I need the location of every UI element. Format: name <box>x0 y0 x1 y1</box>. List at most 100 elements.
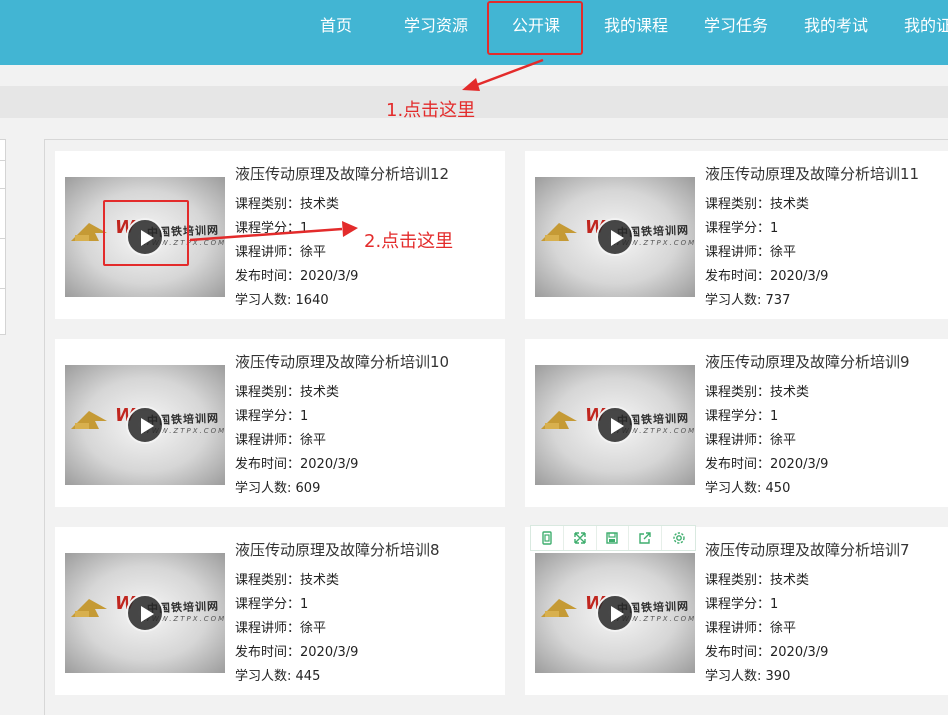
nav-item-learning-tasks[interactable]: 学习任务 <box>704 0 768 52</box>
credit-value: 1 <box>300 409 309 424</box>
nav-item-my-courses[interactable]: 我的课程 <box>604 0 668 52</box>
course-title[interactable]: 液压传动原理及故障分析培训10 <box>235 351 449 372</box>
date-label: 发布时间： <box>705 269 771 284</box>
logo-mark-icon <box>71 599 107 617</box>
date-label: 发布时间： <box>235 645 301 660</box>
category-value: 技术类 <box>300 385 340 400</box>
settings-icon[interactable] <box>662 526 695 550</box>
annotation-step-2: 2.点击这里 <box>364 231 454 252</box>
nav-item-my-exams[interactable]: 我的考试 <box>804 0 868 52</box>
teacher-label: 课程讲师： <box>235 245 301 260</box>
left-side-panel <box>0 139 6 335</box>
credit-label: 课程学分： <box>705 221 771 236</box>
course-thumbnail[interactable]: W 中国铁培训网 WWW.ZTPX.COM <box>535 553 695 673</box>
nav-item-home[interactable]: 首页 <box>320 0 352 52</box>
nav-item-my-certificates[interactable]: 我的证 <box>904 0 948 52</box>
annotation-highlight-open-courses <box>487 1 583 55</box>
play-button[interactable] <box>126 594 164 632</box>
learners-value: 450 <box>765 481 791 496</box>
logo-mark-icon <box>541 223 577 241</box>
teacher-value: 徐平 <box>300 245 327 260</box>
category-value: 技术类 <box>300 573 340 588</box>
learners-label: 学习人数: <box>235 669 292 684</box>
credit-label: 课程学分： <box>235 409 301 424</box>
play-icon <box>611 418 624 434</box>
course-thumbnail[interactable]: W 中国铁培训网 WWW.ZTPX.COM <box>535 177 695 297</box>
category-label: 课程类别： <box>705 385 771 400</box>
date-label: 发布时间： <box>705 457 771 472</box>
course-thumbnail[interactable]: W 中国铁培训网 WWW.ZTPX.COM <box>65 365 225 485</box>
learners-value: 445 <box>295 669 321 684</box>
annotation-step-1: 1.点击这里 <box>386 100 476 121</box>
play-button[interactable] <box>126 406 164 444</box>
credit-value: 1 <box>770 597 779 612</box>
annotation-highlight-play-button <box>103 200 189 266</box>
learners-value: 609 <box>295 481 321 496</box>
course-title[interactable]: 液压传动原理及故障分析培训8 <box>235 539 440 560</box>
course-title[interactable]: 液压传动原理及故障分析培训9 <box>705 351 910 372</box>
teacher-label: 课程讲师： <box>235 433 301 448</box>
floating-toolbar <box>530 525 696 551</box>
teacher-value: 徐平 <box>770 433 797 448</box>
credit-value: 1 <box>300 597 309 612</box>
copy-icon[interactable] <box>531 526 564 550</box>
course-card[interactable]: W 中国铁培训网 WWW.ZTPX.COM 液压传动原理及故障分析培训9 课程类… <box>525 339 948 507</box>
credit-value: 1 <box>770 221 779 236</box>
date-label: 发布时间： <box>235 269 301 284</box>
category-label: 课程类别： <box>235 573 301 588</box>
teacher-label: 课程讲师： <box>705 433 771 448</box>
course-card[interactable]: W 中国铁培训网 WWW.ZTPX.COM 液压传动原理及故障分析培训10 课程… <box>55 339 505 507</box>
date-value: 2020/3/9 <box>300 457 359 472</box>
date-label: 发布时间： <box>235 457 301 472</box>
teacher-value: 徐平 <box>300 621 327 636</box>
play-icon <box>141 606 154 622</box>
top-navigation-bar: 首页 学习资源 公开课 我的课程 学习任务 我的考试 我的证 <box>0 0 948 65</box>
nav-item-learning-resources[interactable]: 学习资源 <box>404 0 468 52</box>
logo-mark-icon <box>541 599 577 617</box>
category-label: 课程类别： <box>705 573 771 588</box>
learners-value: 390 <box>765 669 791 684</box>
category-value: 技术类 <box>770 385 810 400</box>
category-label: 课程类别： <box>235 197 301 212</box>
course-card[interactable]: W 中国铁培训网 WWW.ZTPX.COM 液压传动原理及故障分析培训8 课程类… <box>55 527 505 695</box>
date-value: 2020/3/9 <box>300 269 359 284</box>
credit-label: 课程学分： <box>705 597 771 612</box>
logo-mark-icon <box>541 411 577 429</box>
course-title[interactable]: 液压传动原理及故障分析培训7 <box>705 539 910 560</box>
learners-label: 学习人数: <box>705 293 762 308</box>
share-icon[interactable] <box>629 526 663 550</box>
category-label: 课程类别： <box>705 197 771 212</box>
category-value: 技术类 <box>770 197 810 212</box>
play-button[interactable] <box>596 218 634 256</box>
play-button[interactable] <box>596 594 634 632</box>
teacher-label: 课程讲师： <box>705 621 771 636</box>
expand-icon[interactable] <box>564 526 597 550</box>
credit-value: 1 <box>300 221 309 236</box>
course-thumbnail[interactable]: W 中国铁培训网 WWW.ZTPX.COM <box>65 553 225 673</box>
date-value: 2020/3/9 <box>300 645 359 660</box>
teacher-value: 徐平 <box>300 433 327 448</box>
course-card[interactable]: W 中国铁培训网 WWW.ZTPX.COM 液压传动原理及故障分析培训7 课程类… <box>525 527 948 695</box>
credit-value: 1 <box>770 409 779 424</box>
date-value: 2020/3/9 <box>770 269 829 284</box>
course-thumbnail[interactable]: W 中国铁培训网 WWW.ZTPX.COM <box>535 365 695 485</box>
learners-value: 737 <box>765 293 791 308</box>
learners-label: 学习人数: <box>705 481 762 496</box>
course-title[interactable]: 液压传动原理及故障分析培训11 <box>705 163 919 184</box>
save-icon[interactable] <box>597 526 630 550</box>
learners-label: 学习人数: <box>705 669 762 684</box>
credit-label: 课程学分： <box>705 409 771 424</box>
category-value: 技术类 <box>770 573 810 588</box>
credit-label: 课程学分： <box>235 597 301 612</box>
category-label: 课程类别： <box>235 385 301 400</box>
teacher-value: 徐平 <box>770 621 797 636</box>
teacher-label: 课程讲师： <box>235 621 301 636</box>
learners-label: 学习人数: <box>235 293 292 308</box>
credit-label: 课程学分： <box>235 221 301 236</box>
play-icon <box>611 230 624 246</box>
course-title[interactable]: 液压传动原理及故障分析培训12 <box>235 163 449 184</box>
play-button[interactable] <box>596 406 634 444</box>
date-value: 2020/3/9 <box>770 645 829 660</box>
course-card[interactable]: W 中国铁培训网 WWW.ZTPX.COM 液压传动原理及故障分析培训11 课程… <box>525 151 948 319</box>
teacher-value: 徐平 <box>770 245 797 260</box>
